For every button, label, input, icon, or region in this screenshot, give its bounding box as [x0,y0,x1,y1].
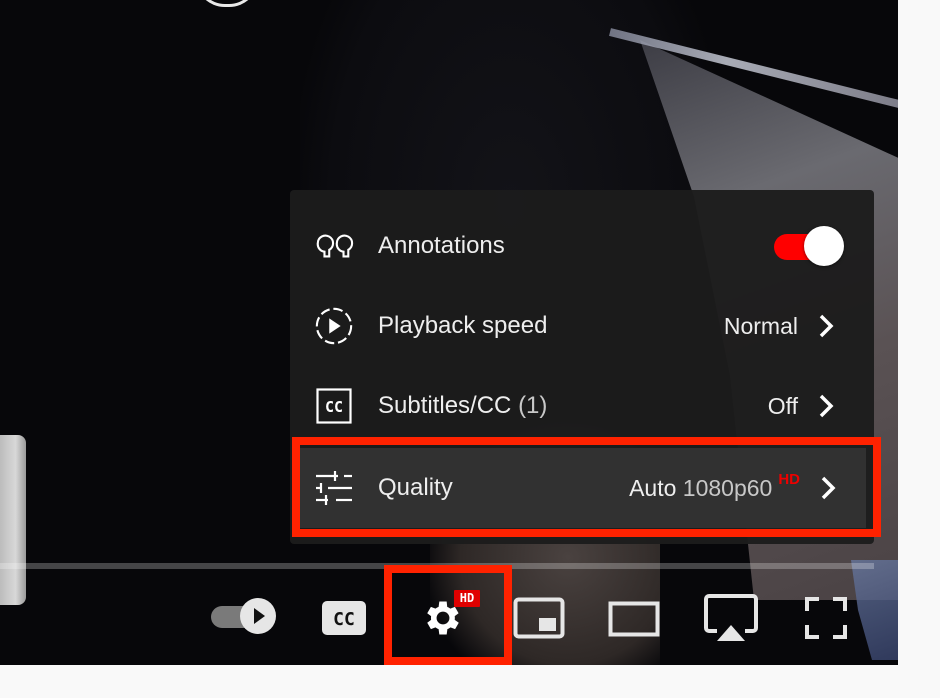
svg-text:CC: CC [333,609,355,630]
menu-item-playback-speed[interactable]: Playback speed Normal [290,286,874,366]
miniplayer-icon [513,597,565,639]
progress-bar[interactable] [0,563,874,569]
menu-label-subtitles: Subtitles/CC (1) [378,392,547,420]
annotations-icon [314,226,354,266]
menu-item-subtitles[interactable]: CC Subtitles/CC (1) Off [290,366,874,446]
chevron-right-icon [819,394,834,418]
menu-label-quality: Quality [378,474,453,501]
toggle-knob [804,226,844,266]
menu-item-quality[interactable]: Quality Auto 1080p60 HD [300,448,866,528]
chevron-right-icon [821,476,836,500]
menu-value-quality: Auto 1080p60 HD [629,471,800,502]
annotations-toggle[interactable] [772,226,844,266]
subtitles-track-count: (1) [518,392,548,419]
autoplay-toggle[interactable] [208,598,280,638]
fullscreen-icon [805,597,847,639]
chevron-right-icon [819,314,834,338]
fullscreen-button[interactable] [800,594,852,642]
settings-menu: Annotations Playback speed Normal CC Sub… [290,190,874,544]
subtitles-label-text: Subtitles/CC [378,392,512,419]
play-icon [254,608,265,624]
quality-mode: Auto [629,474,677,501]
svg-text:CC: CC [325,398,343,416]
menu-label-playback-speed: Playback speed [378,312,548,339]
autoplay-knob [240,598,276,634]
subtitles-button[interactable]: CC [318,596,370,640]
theater-mode-button[interactable] [605,598,663,640]
menu-value-playback-speed: Normal [723,312,798,339]
subtitles-icon: CC [314,386,354,426]
playback-speed-icon [314,306,354,346]
cc-icon: CC [322,601,366,635]
settings-button[interactable] [395,580,501,656]
airplay-button[interactable] [700,592,762,646]
hd-badge: HD [454,590,480,607]
menu-value-subtitles: Off [767,392,798,419]
menu-label-annotations: Annotations [378,232,505,259]
theater-icon [608,601,660,637]
video-player[interactable]: Annotations Playback speed Normal CC Sub… [0,0,898,665]
video-frame-logo [195,0,259,7]
quality-hd-badge: HD [778,470,800,488]
quality-resolution: 1080p60 [682,474,773,501]
quality-sliders-icon [314,468,354,508]
video-frame-glove [0,435,26,605]
airplay-icon [704,594,758,641]
miniplayer-button[interactable] [510,594,568,642]
menu-item-annotations[interactable]: Annotations [290,206,874,286]
